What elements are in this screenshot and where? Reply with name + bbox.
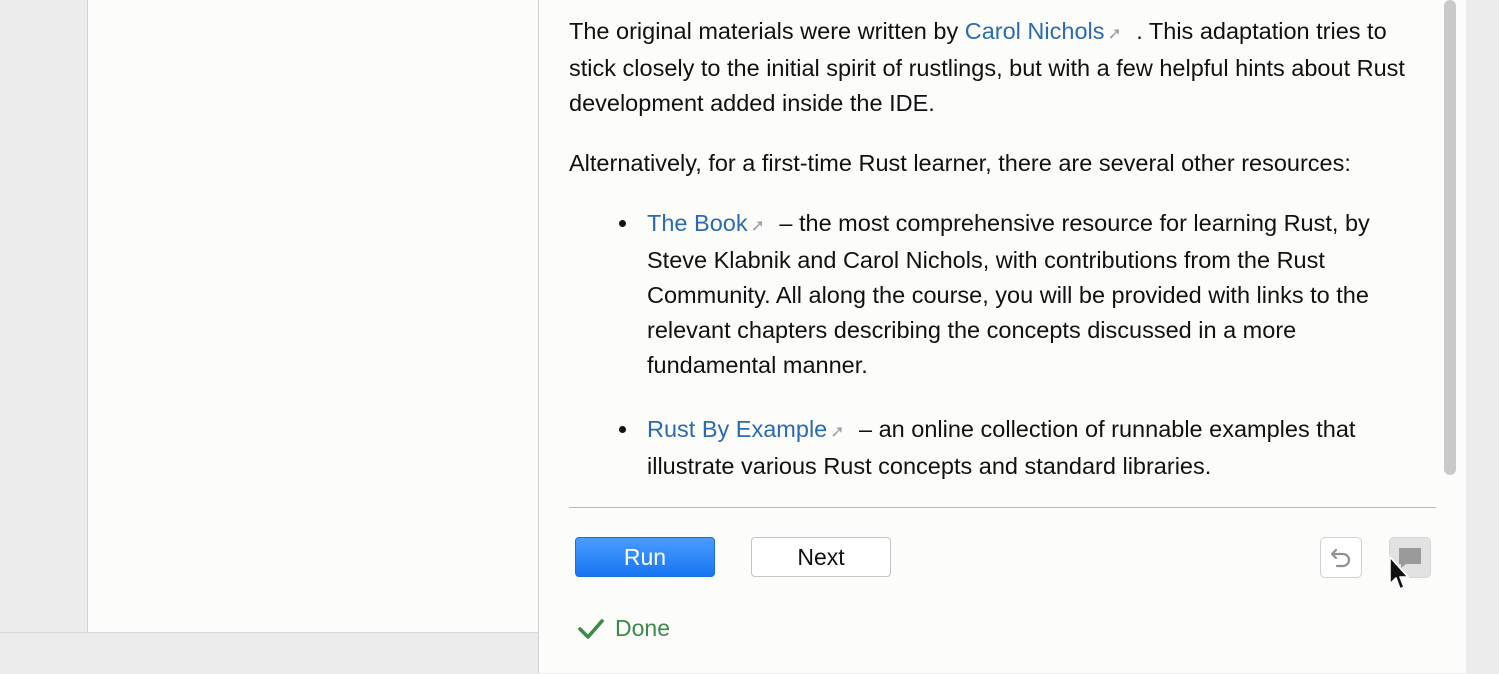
task-description: The original materials were written by C…: [569, 14, 1429, 513]
rust-by-example-link[interactable]: Rust By Example: [647, 416, 827, 442]
next-button[interactable]: Next: [751, 537, 891, 577]
right-tool-strip: [1466, 0, 1499, 673]
reset-button[interactable]: [1320, 537, 1362, 578]
external-link-icon: ➚: [750, 216, 765, 235]
list-item: The Book ➚ – the most comprehensive resou…: [619, 206, 1429, 383]
left-gutter: [0, 0, 87, 632]
resources-intro: Alternatively, for a first-time Rust lea…: [569, 150, 1351, 176]
run-button[interactable]: Run: [575, 537, 715, 577]
editor-pane[interactable]: [87, 0, 539, 632]
the-book-link[interactable]: The Book: [647, 210, 748, 236]
checkmark-icon: [577, 617, 605, 641]
list-item: Rust By Example ➚ – an online collection …: [619, 412, 1429, 484]
external-link-icon: ➚: [830, 422, 845, 441]
actions-divider: [569, 507, 1436, 508]
external-link-icon: ➚: [1107, 24, 1122, 43]
mouse-cursor-icon: [1389, 556, 1409, 590]
undo-icon: [1330, 548, 1351, 567]
description-scrollbar[interactable]: [1444, 0, 1456, 475]
editor-status-strip: [0, 632, 539, 674]
status-text: Done: [615, 615, 670, 641]
resources-list: The Book ➚ – the most comprehensive resou…: [569, 206, 1429, 484]
status-done: Done: [577, 615, 670, 642]
carol-nichols-link[interactable]: Carol Nichols: [965, 18, 1105, 44]
intro-paragraph: The original materials were written by C…: [569, 18, 1405, 116]
